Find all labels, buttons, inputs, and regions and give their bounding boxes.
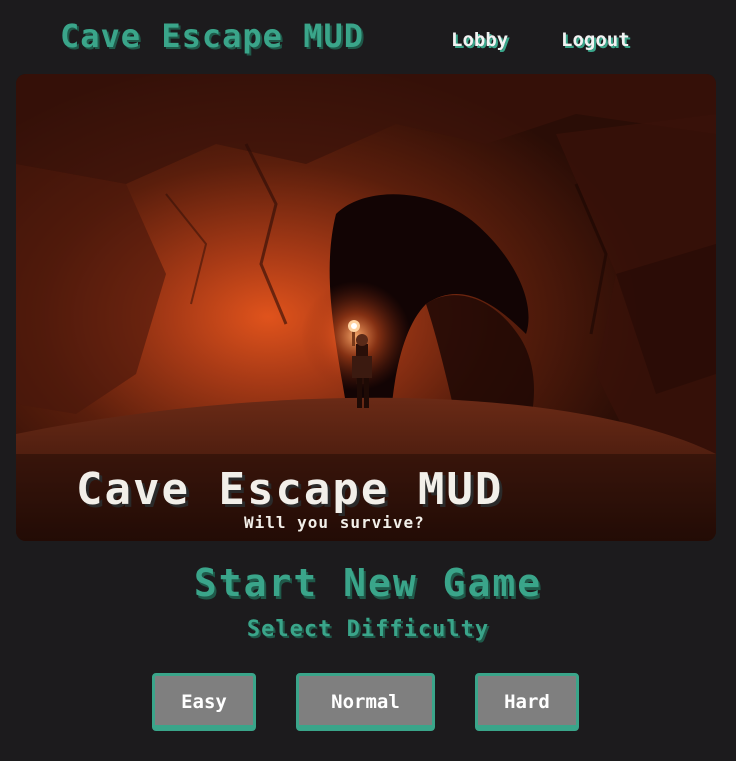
hard-button[interactable]: Hard [475, 673, 579, 731]
hero-subtitle: Will you survive? [244, 513, 425, 532]
site-title: Cave Escape MUD [60, 17, 364, 55]
easy-button[interactable]: Easy [152, 673, 256, 731]
difficulty-subheading: Select Difficulty [246, 617, 490, 642]
start-game-heading: Start New Game [193, 561, 543, 605]
nav-link-logout[interactable]: Logout [561, 27, 630, 53]
nav-link-lobby[interactable]: Lobby [451, 27, 508, 53]
hero-title: Cave Escape MUD [76, 464, 504, 515]
page: Cave Escape MUD Lobby Logout Cave Escape… [0, 0, 736, 761]
header: Cave Escape MUD Lobby Logout [0, 0, 736, 74]
normal-button[interactable]: Normal [296, 673, 435, 731]
